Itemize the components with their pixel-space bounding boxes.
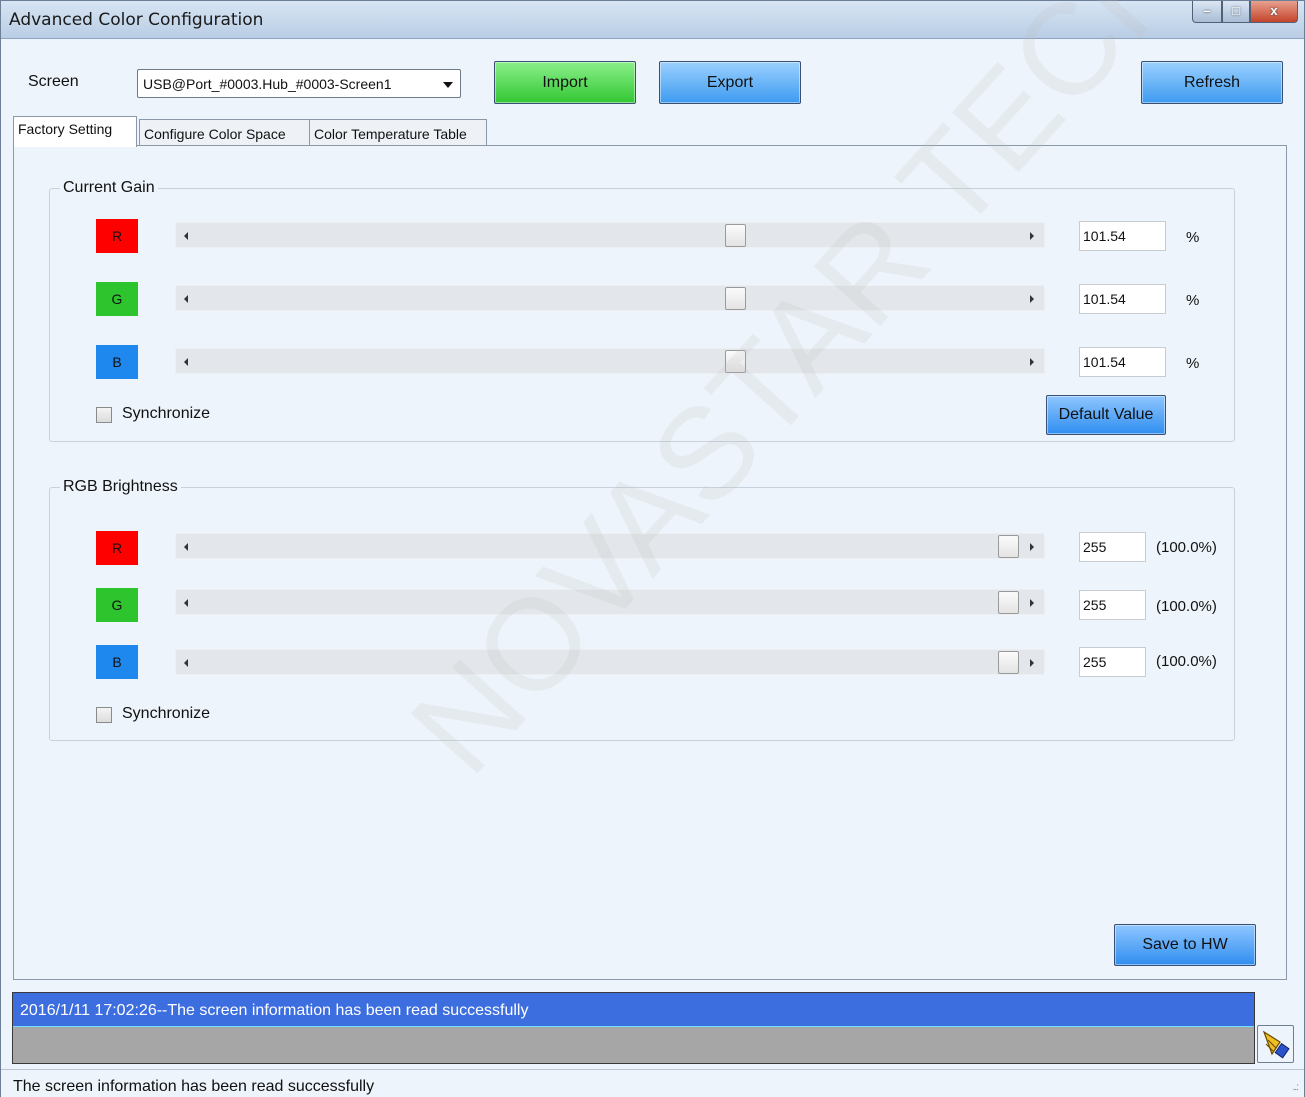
blue-gain-unit: % bbox=[1186, 355, 1200, 372]
red-gain-slider[interactable] bbox=[175, 222, 1045, 248]
green-swatch: G bbox=[96, 282, 138, 316]
default-value-button[interactable]: Default Value bbox=[1046, 395, 1166, 435]
clear-log-button[interactable] bbox=[1257, 1025, 1294, 1063]
slider-thumb[interactable] bbox=[998, 651, 1019, 674]
scroll-right-icon[interactable] bbox=[1030, 543, 1034, 551]
gain-synchronize-checkbox[interactable] bbox=[96, 407, 112, 423]
save-to-hw-button[interactable]: Save to HW bbox=[1114, 924, 1256, 966]
current-gain-title: Current Gain bbox=[60, 179, 158, 197]
scroll-right-icon[interactable] bbox=[1030, 358, 1034, 366]
minimize-button[interactable]: – bbox=[1192, 1, 1222, 23]
red-brightness-percent: (100.0%) bbox=[1156, 539, 1217, 556]
red-gain-field[interactable]: 101.54 bbox=[1079, 221, 1166, 251]
blue-gain-slider[interactable] bbox=[175, 348, 1045, 374]
broom-icon bbox=[1262, 1030, 1290, 1059]
blue-swatch: B bbox=[96, 645, 138, 679]
slider-thumb[interactable] bbox=[724, 224, 746, 247]
green-gain-field[interactable]: 101.54 bbox=[1079, 284, 1166, 314]
red-brightness-field[interactable]: 255 bbox=[1079, 532, 1146, 562]
red-swatch: R bbox=[96, 219, 138, 253]
rgb-brightness-title: RGB Brightness bbox=[60, 478, 181, 496]
blue-brightness-slider[interactable] bbox=[175, 649, 1045, 675]
minimize-icon: – bbox=[1203, 3, 1211, 18]
resize-grip-icon[interactable]: ..: bbox=[1293, 1082, 1299, 1093]
green-brightness-slider[interactable] bbox=[175, 589, 1045, 615]
refresh-button[interactable]: Refresh bbox=[1141, 61, 1283, 104]
tab-factory-setting[interactable]: Factory Setting bbox=[13, 116, 137, 147]
scroll-right-icon[interactable] bbox=[1030, 599, 1034, 607]
green-brightness-field[interactable]: 255 bbox=[1079, 590, 1146, 620]
window-title: Advanced Color Configuration bbox=[9, 10, 264, 30]
scroll-right-icon[interactable] bbox=[1030, 232, 1034, 240]
green-brightness-percent: (100.0%) bbox=[1156, 598, 1217, 615]
current-gain-group: Current Gain R 101.54 % G 101.54 % B 101… bbox=[49, 179, 1235, 442]
brightness-synchronize-label: Synchronize bbox=[122, 705, 211, 722]
brightness-synchronize-checkbox[interactable] bbox=[96, 707, 112, 723]
maximize-button[interactable]: □ bbox=[1222, 1, 1250, 23]
maximize-icon: □ bbox=[1232, 3, 1240, 18]
scroll-left-icon[interactable] bbox=[184, 543, 188, 551]
import-button[interactable]: Import bbox=[494, 61, 636, 104]
scroll-left-icon[interactable] bbox=[184, 659, 188, 667]
close-button[interactable]: x bbox=[1250, 1, 1298, 23]
scroll-left-icon[interactable] bbox=[184, 599, 188, 607]
window-controls: – □ x bbox=[1192, 1, 1298, 23]
red-brightness-slider[interactable] bbox=[175, 533, 1045, 559]
green-gain-unit: % bbox=[1186, 292, 1200, 309]
screen-select[interactable]: USB@Port_#0003.Hub_#0003-Screen1 bbox=[137, 69, 461, 98]
export-button[interactable]: Export bbox=[659, 61, 801, 104]
red-gain-unit: % bbox=[1186, 229, 1200, 246]
blue-gain-field[interactable]: 101.54 bbox=[1079, 347, 1166, 377]
slider-thumb[interactable] bbox=[724, 287, 746, 310]
log-entry[interactable]: 2016/1/11 17:02:26--The screen informati… bbox=[13, 993, 1254, 1027]
title-bar: Advanced Color Configuration – □ x bbox=[1, 1, 1304, 39]
scroll-right-icon[interactable] bbox=[1030, 659, 1034, 667]
blue-brightness-percent: (100.0%) bbox=[1156, 653, 1217, 670]
factory-setting-panel: Current Gain R 101.54 % G 101.54 % B 101… bbox=[13, 145, 1287, 980]
scroll-right-icon[interactable] bbox=[1030, 295, 1034, 303]
close-icon: x bbox=[1270, 3, 1278, 18]
status-bar: The screen information has been read suc… bbox=[1, 1069, 1304, 1097]
tab-configure-color-space[interactable]: Configure Color Space bbox=[139, 119, 317, 146]
scroll-left-icon[interactable] bbox=[184, 232, 188, 240]
slider-thumb[interactable] bbox=[998, 535, 1019, 558]
log-panel: 2016/1/11 17:02:26--The screen informati… bbox=[12, 992, 1255, 1064]
slider-thumb[interactable] bbox=[998, 591, 1019, 614]
tab-color-temperature-table[interactable]: Color Temperature Table bbox=[309, 119, 487, 146]
red-swatch: R bbox=[96, 531, 138, 565]
slider-thumb[interactable] bbox=[724, 350, 746, 373]
screen-label: Screen bbox=[28, 73, 79, 90]
advanced-color-configuration-window: Advanced Color Configuration – □ x Scree… bbox=[0, 0, 1305, 1097]
scroll-left-icon[interactable] bbox=[184, 295, 188, 303]
rgb-brightness-group: RGB Brightness R 255 (100.0%) G 255 (100… bbox=[49, 478, 1235, 741]
green-swatch: G bbox=[96, 588, 138, 622]
green-gain-slider[interactable] bbox=[175, 285, 1045, 311]
blue-brightness-field[interactable]: 255 bbox=[1079, 647, 1146, 677]
status-text: The screen information has been read suc… bbox=[13, 1078, 375, 1095]
gain-synchronize-label: Synchronize bbox=[122, 405, 211, 422]
chevron-down-icon bbox=[443, 82, 453, 88]
scroll-left-icon[interactable] bbox=[184, 358, 188, 366]
screen-select-value: USB@Port_#0003.Hub_#0003-Screen1 bbox=[143, 76, 392, 92]
blue-swatch: B bbox=[96, 345, 138, 379]
